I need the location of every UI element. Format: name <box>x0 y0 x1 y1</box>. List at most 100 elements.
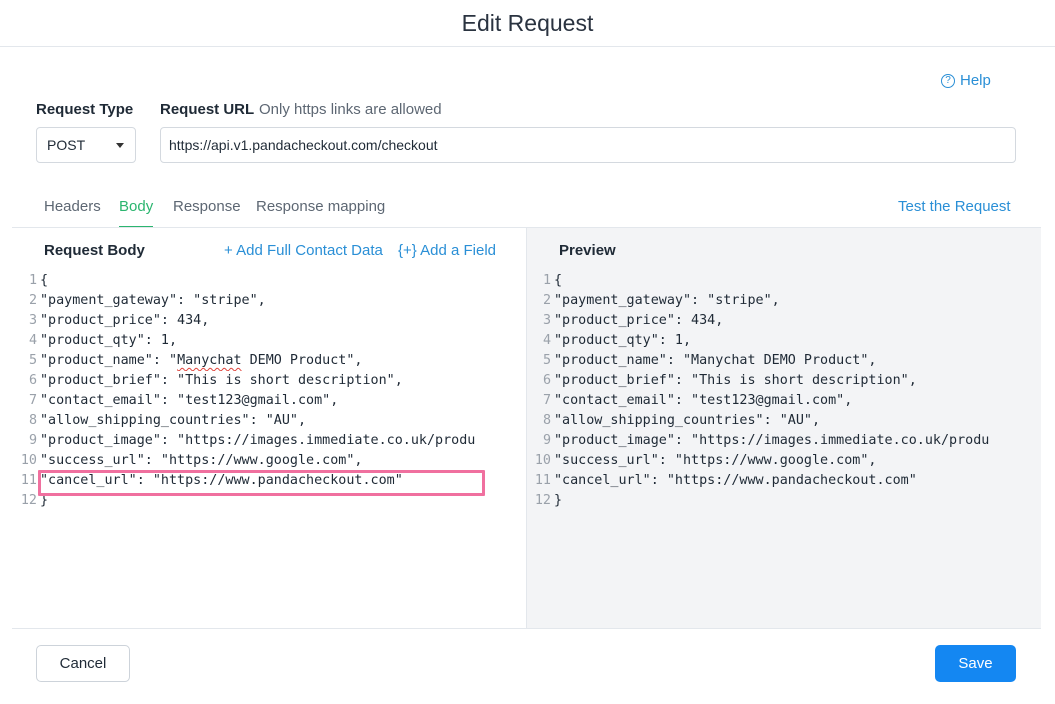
line-number: 5 <box>28 353 37 368</box>
line-number: 11 <box>534 473 551 488</box>
line-number: 8 <box>28 413 37 428</box>
code-line: 5 "product_name": "Manychat DEMO Product"… <box>12 351 525 371</box>
request-body-title: Request Body <box>44 242 145 259</box>
code-line-text: "product_brief": "This is short descript… <box>40 373 403 388</box>
code-line: 5 "product_name": "Manychat DEMO Product"… <box>527 351 1041 371</box>
code-line: 12} <box>527 491 1041 511</box>
request-type-select[interactable]: POST <box>36 127 136 163</box>
code-line: 1{ <box>527 271 1041 291</box>
code-line-text: "cancel_url": "https://www.pandacheckout… <box>40 473 403 488</box>
code-line: 3 "product_price": 434, <box>12 311 525 331</box>
code-line-text: "success_url": "https://www.google.com", <box>40 453 363 468</box>
code-line: 2 "payment_gateway": "stripe", <box>527 291 1041 311</box>
footer-divider <box>12 628 1041 629</box>
line-number: 1 <box>28 273 37 288</box>
request-url-note: Only https links are allowed <box>259 101 442 118</box>
code-line-text: } <box>40 493 49 508</box>
request-body-panel: Request Body + Add Full Contact Data {+}… <box>12 228 525 628</box>
code-line-text: "cancel_url": "https://www.pandacheckout… <box>554 473 917 488</box>
preview-panel: Preview 1{2 "payment_gateway": "stripe", 3… <box>526 228 1041 628</box>
code-line: 7 "contact_email": "test123@gmail.com", <box>12 391 525 411</box>
code-line-text: { <box>554 273 563 288</box>
code-line-text: "payment_gateway": "stripe", <box>40 293 266 308</box>
help-link[interactable]: ? Help <box>941 72 991 89</box>
line-number: 8 <box>542 413 551 428</box>
code-line: 6 "product_brief": "This is short descrip… <box>12 371 525 391</box>
preview-title: Preview <box>559 242 616 259</box>
code-line-text: "allow_shipping_countries": "AU", <box>40 413 307 428</box>
tab-body[interactable]: Body <box>119 198 154 228</box>
code-line-text: "contact_email": "test123@gmail.com", <box>554 393 853 408</box>
line-number: 6 <box>28 373 37 388</box>
line-number: 7 <box>28 393 37 408</box>
code-line: 10 "success_url": "https://www.google.com… <box>527 451 1041 471</box>
line-number: 11 <box>20 473 37 488</box>
request-body-editor[interactable]: 1{2 "payment_gateway": "stripe", 3 "product… <box>12 271 525 621</box>
code-line-text: "product_image": "https://images.immedia… <box>40 433 476 448</box>
tab-response[interactable]: Response <box>173 198 241 228</box>
line-number: 9 <box>542 433 551 448</box>
add-full-contact-data-link[interactable]: + Add Full Contact Data <box>224 242 383 259</box>
line-number: 4 <box>542 333 551 348</box>
line-number: 3 <box>28 313 37 328</box>
code-line: 7 "contact_email": "test123@gmail.com", <box>527 391 1041 411</box>
code-line-text: { <box>40 273 49 288</box>
code-line-text: "product_price": 434, <box>40 313 210 328</box>
code-line: 11 "cancel_url": "https://www.pandachecko… <box>527 471 1041 491</box>
line-number: 4 <box>28 333 37 348</box>
code-line: 6 "product_brief": "This is short descrip… <box>527 371 1041 391</box>
line-number: 3 <box>542 313 551 328</box>
preview-code: 1{2 "payment_gateway": "stripe", 3 "product… <box>527 271 1041 621</box>
code-line: 10 "success_url": "https://www.google.com… <box>12 451 525 471</box>
line-number: 1 <box>542 273 551 288</box>
code-line: 12} <box>12 491 525 511</box>
code-line-text: "product_qty": 1, <box>40 333 178 348</box>
add-field-link[interactable]: {+} Add a Field <box>398 242 496 259</box>
code-line-text: "product_name": "Manychat DEMO Product", <box>554 353 877 368</box>
code-line: 8 "allow_shipping_countries": "AU", <box>12 411 525 431</box>
code-line: 4 "product_qty": 1, <box>527 331 1041 351</box>
line-number: 2 <box>28 293 37 308</box>
line-number: 5 <box>542 353 551 368</box>
question-circle-icon: ? <box>941 73 955 88</box>
code-line-text: "contact_email": "test123@gmail.com", <box>40 393 339 408</box>
code-line: 1{ <box>12 271 525 291</box>
code-line-text: "product_image": "https://images.immedia… <box>554 433 990 448</box>
line-number: 6 <box>542 373 551 388</box>
cancel-button[interactable]: Cancel <box>36 645 130 682</box>
tab-headers[interactable]: Headers <box>44 198 101 228</box>
code-line: 9 "product_image": "https://images.immedi… <box>527 431 1041 451</box>
code-line: 11 "cancel_url": "https://www.pandachecko… <box>12 471 525 491</box>
line-number: 10 <box>20 453 37 468</box>
code-line-text: "success_url": "https://www.google.com", <box>554 453 877 468</box>
code-line-text: "payment_gateway": "stripe", <box>554 293 780 308</box>
line-number: 10 <box>534 453 551 468</box>
code-line: 9 "product_image": "https://images.immedi… <box>12 431 525 451</box>
code-line: 8 "allow_shipping_countries": "AU", <box>527 411 1041 431</box>
request-url-input[interactable] <box>160 127 1016 163</box>
code-line: 3 "product_price": 434, <box>527 311 1041 331</box>
request-type-label: Request Type <box>36 101 134 118</box>
line-number: 2 <box>542 293 551 308</box>
code-line: 4 "product_qty": 1, <box>12 331 525 351</box>
dialog-title: Edit Request <box>0 0 1055 47</box>
line-number: 9 <box>28 433 37 448</box>
code-line-text: "product_price": 434, <box>554 313 724 328</box>
code-line-text: } <box>554 493 563 508</box>
test-request-link[interactable]: Test the Request <box>898 198 1011 215</box>
code-line-text: "product_qty": 1, <box>554 333 692 348</box>
help-label: Help <box>960 72 991 89</box>
tab-response-mapping[interactable]: Response mapping <box>256 198 385 228</box>
spellcheck-word: Manychat <box>177 353 242 368</box>
save-button[interactable]: Save <box>935 645 1016 682</box>
line-number: 12 <box>20 493 37 508</box>
code-line-text: "allow_shipping_countries": "AU", <box>554 413 821 428</box>
request-type-value: POST <box>47 137 86 153</box>
code-line-text: "product_name": "Manychat DEMO Product", <box>40 353 363 368</box>
code-line: 2 "payment_gateway": "stripe", <box>12 291 525 311</box>
line-number: 12 <box>534 493 551 508</box>
caret-down-icon <box>116 143 124 148</box>
line-number: 7 <box>542 393 551 408</box>
code-line-text: "product_brief": "This is short descript… <box>554 373 917 388</box>
request-url-label: Request URL <box>160 101 255 118</box>
